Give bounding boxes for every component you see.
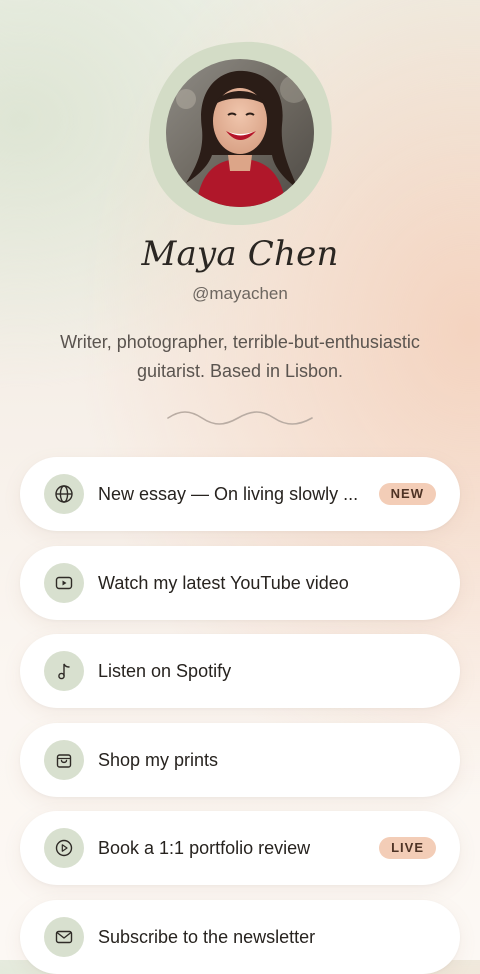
music-note-icon [44,651,84,691]
avatar-frame [148,40,332,226]
video-icon [44,563,84,603]
avatar-photo [166,59,314,207]
profile-handle: @mayachen [192,284,288,303]
new-badge: NEW [378,483,436,505]
mail-icon [44,917,84,957]
profile-name: Maya Chen [141,234,339,274]
link-shop-prints[interactable]: Shop my prints [20,723,460,797]
link-label: Listen on Spotify [98,661,232,681]
link-new-essay[interactable]: New essay — On living slowly ... NEW [20,457,460,531]
avatar[interactable] [166,59,314,207]
link-label: Shop my prints [98,750,219,770]
profile-bio: Writer, photographer, terrible-but-enthu… [60,332,420,381]
shopping-bag-icon [44,740,84,780]
link-youtube-video[interactable]: Watch my latest YouTube video [20,546,460,620]
link-label: Watch my latest YouTube video [98,573,349,593]
link-label: Subscribe to the newsletter [98,927,316,947]
link-spotify[interactable]: Listen on Spotify [20,634,460,708]
squiggle-divider [167,411,313,425]
play-circle-icon [44,828,84,868]
link-label: New essay — On living slowly ... [98,484,359,504]
link-portfolio-review[interactable]: Book a 1:1 portfolio review LIVE [20,811,460,885]
live-badge: LIVE [379,837,436,859]
link-newsletter[interactable]: Subscribe to the newsletter [20,900,460,974]
link-label: Book a 1:1 portfolio review [98,838,311,858]
globe-icon [44,474,84,514]
